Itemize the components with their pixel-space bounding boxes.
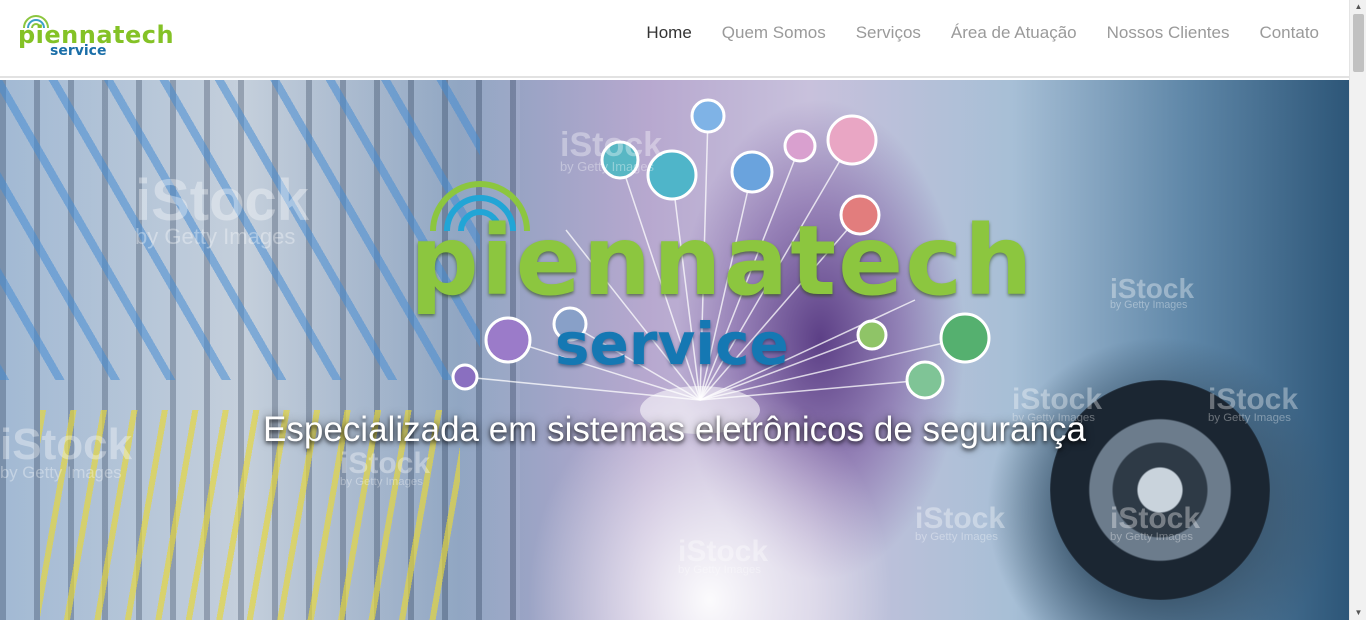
hero-banner: iStock by Getty Images iStock by Getty Ima…: [0, 80, 1349, 620]
istock-watermark: iStock by Getty Images: [678, 535, 769, 576]
main-nav: Home Quem Somos Serviços Área de Atuação…: [631, 21, 1334, 45]
istock-watermark: iStock by Getty Images: [1110, 273, 1195, 312]
brand-sub: service: [50, 43, 107, 59]
istock-watermark: iStock by Getty Images: [1110, 502, 1201, 543]
scrollbar-thumb[interactable]: [1353, 14, 1364, 72]
istock-watermark: iStock by Getty Images: [340, 447, 431, 488]
top-navbar: piennatech service Home Quem Somos Servi…: [0, 0, 1349, 78]
nav-home[interactable]: Home: [631, 21, 706, 45]
istock-watermark: iStock by Getty Images: [135, 168, 310, 250]
nav-quem-somos[interactable]: Quem Somos: [707, 21, 841, 45]
nav-servicos[interactable]: Serviços: [841, 21, 936, 45]
hero-logo-name: piennatech: [410, 205, 1035, 317]
hero-logo-sub: service: [555, 310, 789, 378]
location-pin-icon: [690, 98, 726, 134]
car-icon: [939, 312, 991, 364]
nav-nossos-clientes[interactable]: Nossos Clientes: [1092, 21, 1245, 45]
nav-contato[interactable]: Contato: [1244, 21, 1334, 45]
user-icon: [783, 129, 817, 163]
family-icon: [826, 114, 878, 166]
hero-logo: piennatech service: [405, 165, 1032, 385]
scroll-up-icon[interactable]: ▲: [1350, 0, 1366, 14]
nav-area-de-atuacao[interactable]: Área de Atuação: [936, 21, 1092, 45]
hero-tagline: Especializada em sistemas eletrônicos de…: [263, 410, 1086, 449]
scroll-down-icon[interactable]: ▼: [1350, 606, 1366, 620]
istock-watermark: iStock by Getty Images: [915, 502, 1006, 543]
brand-logo[interactable]: piennatech service: [16, 10, 174, 62]
page-scrollbar[interactable]: ▲ ▼: [1349, 0, 1366, 620]
